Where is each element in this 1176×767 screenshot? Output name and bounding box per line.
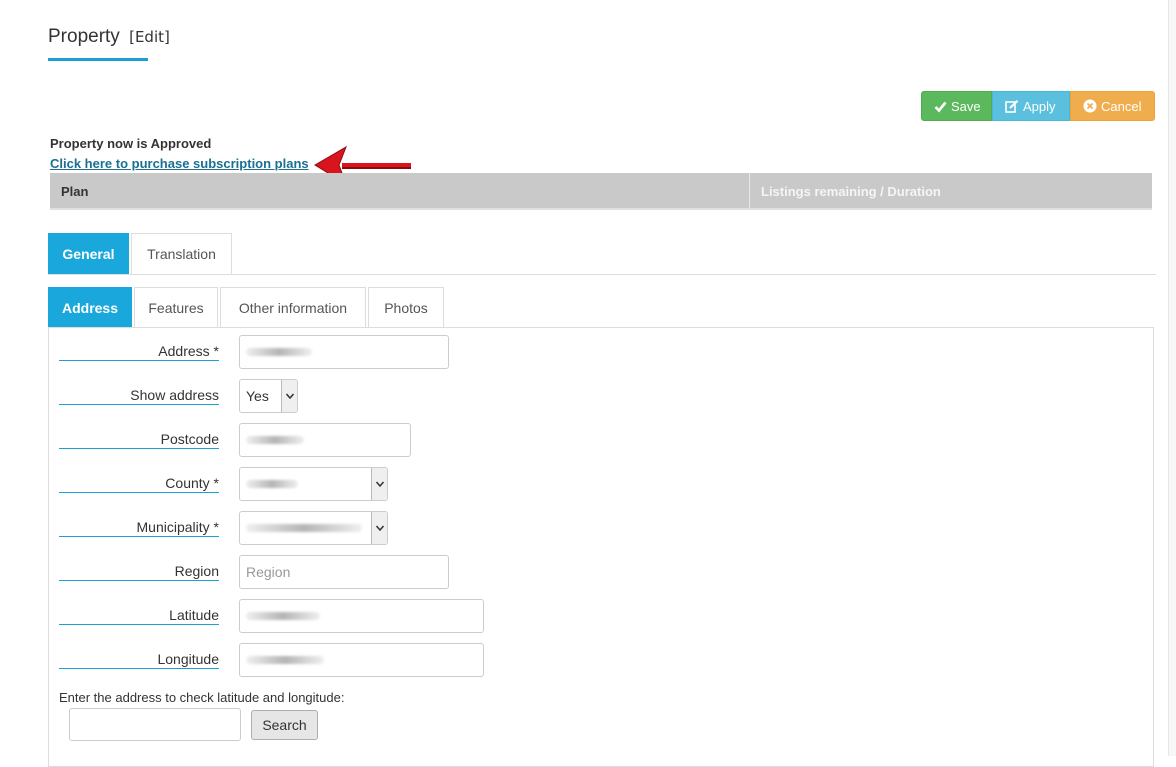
region-input[interactable]: Region: [239, 555, 449, 589]
label-underline: [59, 448, 219, 449]
postcode-row: Postcode: [59, 423, 659, 457]
tab-translation[interactable]: Translation: [131, 233, 232, 274]
title-underline: [48, 58, 148, 61]
municipality-select[interactable]: [239, 511, 388, 545]
check-icon: [934, 100, 947, 113]
action-toolbar: Save Apply Cancel: [921, 91, 1155, 121]
chevron-down-icon: [371, 468, 387, 500]
region-placeholder: Region: [246, 564, 291, 580]
search-button[interactable]: Search: [251, 710, 318, 740]
show-address-row: Show address Yes: [59, 379, 659, 413]
county-label: County *: [165, 475, 219, 491]
postcode-label: Postcode: [160, 431, 219, 447]
label-underline: [59, 536, 219, 537]
county-select[interactable]: [239, 467, 388, 501]
label-underline: [59, 624, 219, 625]
show-address-label: Show address: [130, 387, 219, 403]
municipality-label: Municipality *: [136, 519, 219, 535]
main-tabs: General Translation: [48, 233, 234, 274]
longitude-label: Longitude: [157, 651, 219, 667]
region-label: Region: [174, 563, 219, 579]
address-label: Address *: [158, 343, 219, 359]
approval-status: Property now is Approved: [50, 136, 212, 151]
redacted-value: [246, 524, 362, 532]
tab-features[interactable]: Features: [134, 287, 218, 328]
municipality-row: Municipality *: [59, 511, 659, 545]
tab-address[interactable]: Address: [48, 287, 132, 328]
latitude-input[interactable]: [239, 599, 484, 633]
region-row: Region Region: [59, 555, 659, 589]
apply-button[interactable]: Apply: [992, 91, 1070, 121]
show-address-select[interactable]: Yes: [239, 379, 298, 413]
county-row: County *: [59, 467, 659, 501]
tab-other-information[interactable]: Other information: [220, 287, 366, 328]
save-button-label: Save: [951, 98, 981, 114]
longitude-row: Longitude: [59, 643, 659, 677]
tabs-divider: [48, 274, 1156, 275]
redacted-value: [246, 612, 320, 620]
cancel-button[interactable]: Cancel: [1070, 91, 1155, 121]
listings-column-header: Listings remaining / Duration: [761, 184, 941, 199]
redacted-value: [246, 480, 298, 488]
chevron-down-icon: [371, 512, 387, 544]
page-title-text: Property: [48, 26, 120, 47]
postcode-input[interactable]: [239, 423, 411, 457]
latitude-row: Latitude: [59, 599, 659, 633]
show-address-value: Yes: [246, 388, 269, 404]
plan-column-header: Plan: [50, 173, 750, 208]
geocode-prompt: Enter the address to check latitude and …: [59, 690, 345, 705]
sub-tabs: Address Features Other information Photo…: [48, 287, 446, 328]
address-input[interactable]: [239, 335, 449, 369]
latitude-label: Latitude: [169, 607, 219, 623]
plan-table-header: Plan Listings remaining / Duration: [50, 173, 1152, 210]
redacted-value: [246, 348, 312, 356]
page-title: Property [Edit]: [48, 26, 170, 48]
label-underline: [59, 360, 219, 361]
redacted-value: [246, 656, 324, 664]
chevron-down-icon: [281, 380, 297, 412]
geocode-address-input[interactable]: [69, 708, 241, 741]
page-subtitle: [Edit]: [129, 28, 170, 46]
tab-general[interactable]: General: [48, 233, 129, 274]
apply-button-label: Apply: [1023, 98, 1056, 114]
cancel-button-label: Cancel: [1101, 98, 1142, 114]
label-underline: [59, 668, 219, 669]
label-underline: [59, 404, 219, 405]
purchase-subscription-link[interactable]: Click here to purchase subscription plan…: [50, 156, 309, 171]
address-row: Address *: [59, 335, 659, 369]
save-button[interactable]: Save: [921, 91, 992, 121]
tab-photos[interactable]: Photos: [368, 287, 444, 328]
redacted-value: [246, 436, 304, 444]
edit-icon: [1005, 99, 1019, 113]
times-circle-icon: [1083, 99, 1097, 113]
page-scrollbar[interactable]: [1168, 0, 1176, 756]
label-underline: [59, 492, 219, 493]
label-underline: [59, 580, 219, 581]
longitude-input[interactable]: [239, 643, 484, 677]
